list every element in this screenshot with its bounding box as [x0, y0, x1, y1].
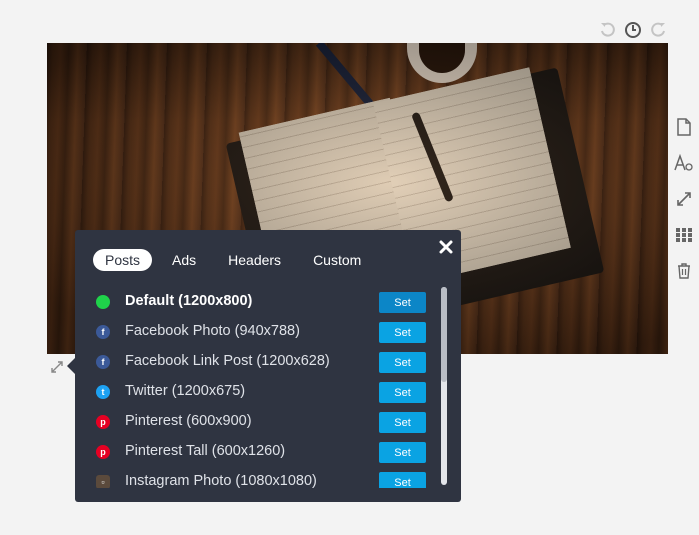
preset-label: Instagram Photo (1080x1080) — [125, 473, 317, 488]
set-button[interactable]: Set — [379, 412, 426, 433]
list-item-facebook-link: f Facebook Link Post (1200x628) Set — [75, 348, 455, 378]
set-button[interactable]: Set — [379, 472, 426, 488]
coffee — [419, 43, 465, 73]
preset-tabs: Posts Ads Headers Custom — [93, 249, 381, 271]
twitter-icon: t — [96, 385, 110, 399]
facebook-icon: f — [96, 355, 110, 369]
green-dot-icon — [96, 295, 110, 309]
coffee-cup — [407, 43, 477, 83]
preset-list: Default (1200x800) Set f Facebook Photo … — [75, 288, 455, 488]
page-icon[interactable] — [674, 117, 694, 136]
preset-label: Pinterest (600x900) — [125, 413, 252, 429]
set-button[interactable]: Set — [379, 352, 426, 373]
close-icon[interactable] — [438, 239, 454, 255]
redo-icon[interactable] — [648, 20, 667, 39]
list-item-pinterest-tall: p Pinterest Tall (600x1260) Set — [75, 438, 455, 468]
tab-custom[interactable]: Custom — [301, 249, 373, 271]
element-sidebar — [674, 117, 694, 280]
list-item-facebook-photo: f Facebook Photo (940x788) Set — [75, 318, 455, 348]
tab-ads[interactable]: Ads — [160, 249, 208, 271]
preset-label: Pinterest Tall (600x1260) — [125, 443, 286, 459]
list-scrollbar[interactable] — [441, 287, 447, 485]
preset-label: Facebook Photo (940x788) — [125, 323, 300, 339]
preset-label: Twitter (1200x675) — [125, 383, 246, 399]
tab-headers[interactable]: Headers — [216, 249, 293, 271]
list-item-instagram: ▫ Instagram Photo (1080x1080) Set — [75, 468, 455, 488]
set-button[interactable]: Set — [379, 382, 426, 403]
resize-icon[interactable] — [674, 189, 694, 208]
history-toolbar — [598, 20, 667, 39]
tab-posts[interactable]: Posts — [93, 249, 153, 271]
facebook-icon: f — [96, 325, 110, 339]
clock-icon[interactable] — [623, 20, 642, 39]
size-presets-popover: Posts Ads Headers Custom Default (1200x8… — [67, 230, 461, 502]
grid-icon[interactable] — [674, 225, 694, 244]
bookmark-strap — [315, 43, 390, 127]
list-item-pinterest: p Pinterest (600x900) Set — [75, 408, 455, 438]
set-button[interactable]: Set — [379, 322, 426, 343]
pen — [410, 111, 455, 203]
expand-icon[interactable] — [50, 360, 64, 374]
scrollbar-thumb[interactable] — [441, 287, 447, 382]
list-item-twitter: t Twitter (1200x675) Set — [75, 378, 455, 408]
set-button[interactable]: Set — [379, 292, 426, 313]
text-style-icon[interactable] — [674, 153, 694, 172]
undo-icon[interactable] — [598, 20, 617, 39]
instagram-icon: ▫ — [96, 475, 110, 488]
preset-label: Default (1200x800) — [125, 293, 253, 309]
list-item-default: Default (1200x800) Set — [75, 288, 455, 318]
set-button[interactable]: Set — [379, 442, 426, 463]
preset-label: Facebook Link Post (1200x628) — [125, 353, 330, 369]
pinterest-icon: p — [96, 415, 110, 429]
pinterest-icon: p — [96, 445, 110, 459]
trash-icon[interactable] — [674, 261, 694, 280]
